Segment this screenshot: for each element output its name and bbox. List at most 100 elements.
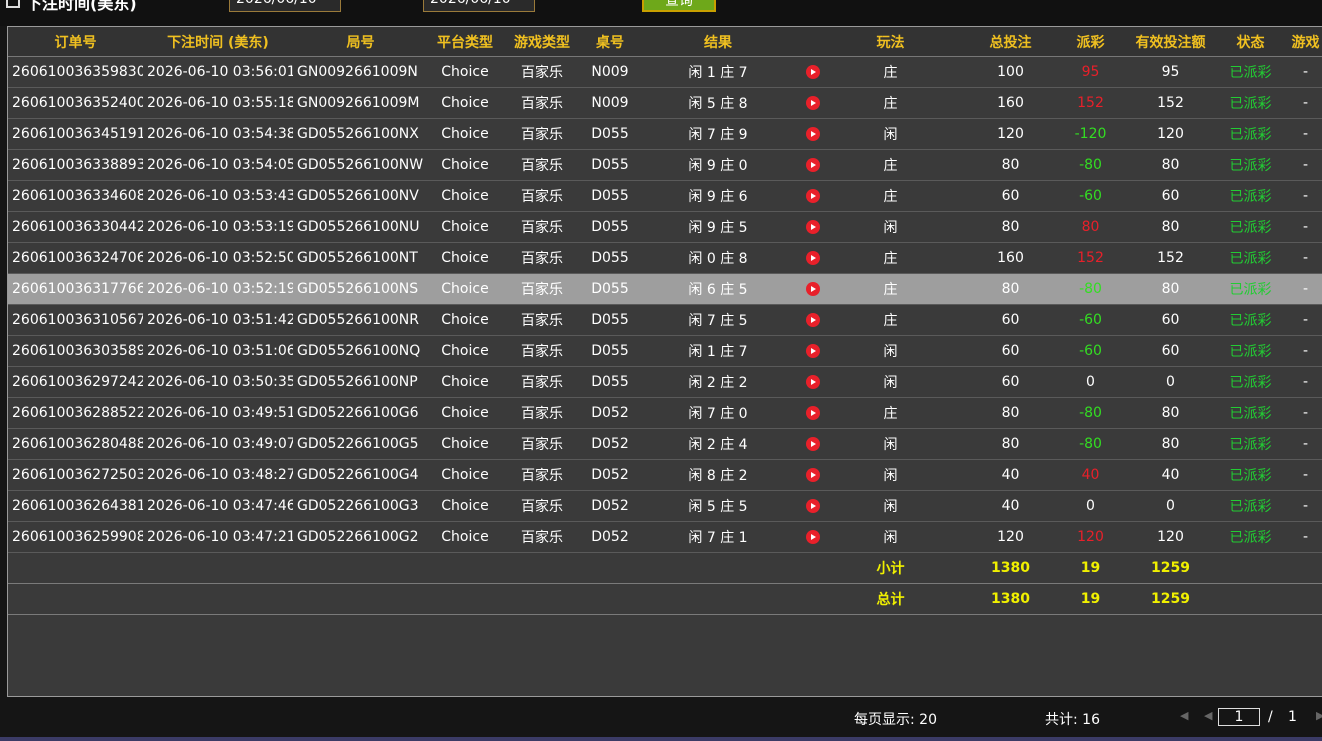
first-page-icon[interactable]: ◀ (1180, 709, 1188, 722)
table-row[interactable]: 260610036338893 2026-06-10 03:54:05 GD0552… (8, 149, 1322, 181)
replay-cell[interactable] (798, 397, 828, 429)
table-row[interactable]: 260610036317766 2026-06-10 03:52:19 GD0552… (8, 273, 1322, 305)
replay-cell[interactable] (798, 180, 828, 212)
total-bet-cell: 40 (953, 490, 1068, 522)
valid-bet-cell: 60 (1113, 335, 1228, 367)
table-number-cell: D055 (582, 211, 638, 243)
table-row[interactable]: 260610036259908 2026-06-10 03:47:21 GD0522… (8, 521, 1322, 553)
table-row[interactable]: 260610036264381 2026-06-10 03:47:46 GD0522… (8, 490, 1322, 522)
replay-cell[interactable] (798, 459, 828, 491)
table-row[interactable]: 260610036272503 2026-06-10 03:48:27 GD0522… (8, 459, 1322, 491)
game-type-cell: 百家乐 (502, 87, 582, 119)
play-video-icon[interactable] (806, 406, 820, 420)
bet-type-cell: 庄 (828, 397, 953, 429)
total-bet-cell: 120 (953, 521, 1068, 553)
column-header: 总投注 (953, 27, 1068, 57)
bet-type-cell: 庄 (828, 180, 953, 212)
bet-time-cell: 2026-06-10 03:49:07 (143, 428, 293, 460)
play-video-icon[interactable] (806, 251, 820, 265)
replay-cell[interactable] (798, 366, 828, 398)
valid-bet-cell: 152 (1113, 242, 1228, 274)
play-video-icon[interactable] (806, 499, 820, 513)
valid-bet-cell: 120 (1113, 118, 1228, 150)
status-cell: 已派彩 (1228, 118, 1273, 150)
table-row[interactable]: 260610036352400 2026-06-10 03:55:18 GN0092… (8, 87, 1322, 119)
table-row[interactable]: 260610036359830 2026-06-10 03:56:01 GN0092… (8, 56, 1322, 88)
result-cell: 闲 5 庄 5 (638, 490, 798, 522)
play-video-icon[interactable] (806, 189, 820, 203)
play-video-icon[interactable] (806, 96, 820, 110)
play-video-icon[interactable] (806, 313, 820, 327)
game-detail-cell: - (1273, 490, 1322, 522)
table-number-cell: D055 (582, 118, 638, 150)
prev-page-icon[interactable]: ◀ (1204, 709, 1212, 722)
play-video-icon[interactable] (806, 282, 820, 296)
query-button[interactable]: 查询 (642, 0, 716, 12)
date-from-picker[interactable]: 2026/06/10 (229, 0, 341, 12)
valid-bet-cell: 80 (1113, 149, 1228, 181)
play-video-icon[interactable] (806, 530, 820, 544)
game-detail-cell: - (1273, 366, 1322, 398)
replay-cell[interactable] (798, 428, 828, 460)
table-row[interactable]: 260610036324706 2026-06-10 03:52:50 GD0552… (8, 242, 1322, 274)
bet-records-panel: 订单号 下注时间 (美东) 局号 平台类型 游戏类型 桌号 结果 玩法 总投注 派彩 有效投注额 状态… (7, 26, 1322, 697)
table-row[interactable]: 260610036280488 2026-06-10 03:49:07 GD0522… (8, 428, 1322, 460)
table-row[interactable]: 260610036345191 2026-06-10 03:54:38 GD0552… (8, 118, 1322, 150)
replay-cell[interactable] (798, 304, 828, 336)
result-cell: 闲 7 庄 1 (638, 521, 798, 553)
summary-empty-cell (143, 583, 293, 615)
table-row[interactable]: 260610036330442 2026-06-10 03:53:19 GD0552… (8, 211, 1322, 243)
play-video-icon[interactable] (806, 65, 820, 79)
game-type-cell: 百家乐 (502, 180, 582, 212)
replay-cell[interactable] (798, 149, 828, 181)
table-row[interactable]: 260610036310567 2026-06-10 03:51:42 GD0552… (8, 304, 1322, 336)
play-video-icon[interactable] (806, 127, 820, 141)
table-row[interactable]: 260610036334608 2026-06-10 03:53:43 GD0552… (8, 180, 1322, 212)
play-video-icon[interactable] (806, 158, 820, 172)
result-cell: 闲 5 庄 8 (638, 87, 798, 119)
replay-cell[interactable] (798, 490, 828, 522)
total-bet-cell: 60 (953, 366, 1068, 398)
status-cell: 已派彩 (1228, 211, 1273, 243)
game-detail-cell: - (1273, 149, 1322, 181)
play-video-icon[interactable] (806, 437, 820, 451)
payout-cell: -120 (1068, 118, 1113, 150)
replay-cell[interactable] (798, 335, 828, 367)
play-video-icon[interactable] (806, 375, 820, 389)
payout-cell: -80 (1068, 428, 1113, 460)
replay-cell[interactable] (798, 242, 828, 274)
result-cell: 闲 1 庄 7 (638, 56, 798, 88)
date-to-picker[interactable]: 2026/06/10 (423, 0, 535, 12)
play-video-icon[interactable] (806, 220, 820, 234)
result-cell: 闲 2 庄 4 (638, 428, 798, 460)
result-cell: 闲 0 庄 8 (638, 242, 798, 274)
table-row[interactable]: 260610036297242 2026-06-10 03:50:35 GD0552… (8, 366, 1322, 398)
payout-cell: 80 (1068, 211, 1113, 243)
next-page-icon[interactable]: ▶ (1316, 709, 1322, 722)
per-page-label: 每页显示: 20 (854, 712, 937, 728)
play-video-icon[interactable] (806, 468, 820, 482)
page-number-input[interactable] (1218, 708, 1260, 726)
payout-cell: -80 (1068, 149, 1113, 181)
summary-empty-cell (1228, 552, 1273, 584)
replay-cell[interactable] (798, 87, 828, 119)
summary-empty-cell (8, 552, 143, 584)
bet-time-cell: 2026-06-10 03:48:27 (143, 459, 293, 491)
replay-cell[interactable] (798, 521, 828, 553)
table-row[interactable]: 260610036303589 2026-06-10 03:51:06 GD0552… (8, 335, 1322, 367)
order-number-cell: 260610036280488 (8, 428, 143, 460)
table-row[interactable]: 260610036288522 2026-06-10 03:49:51 GD0522… (8, 397, 1322, 429)
replay-cell[interactable] (798, 211, 828, 243)
order-number-cell: 260610036330442 (8, 211, 143, 243)
bet-type-cell: 庄 (828, 304, 953, 336)
replay-cell[interactable] (798, 56, 828, 88)
summary-empty-cell (798, 552, 828, 584)
replay-cell[interactable] (798, 273, 828, 305)
valid-bet-cell: 60 (1113, 304, 1228, 336)
round-number-cell: GD055266100NP (293, 366, 428, 398)
play-video-icon[interactable] (806, 344, 820, 358)
status-cell: 已派彩 (1228, 397, 1273, 429)
replay-cell[interactable] (798, 118, 828, 150)
summary-empty-cell (8, 583, 143, 615)
bet-time-cell: 2026-06-10 03:56:01 (143, 56, 293, 88)
